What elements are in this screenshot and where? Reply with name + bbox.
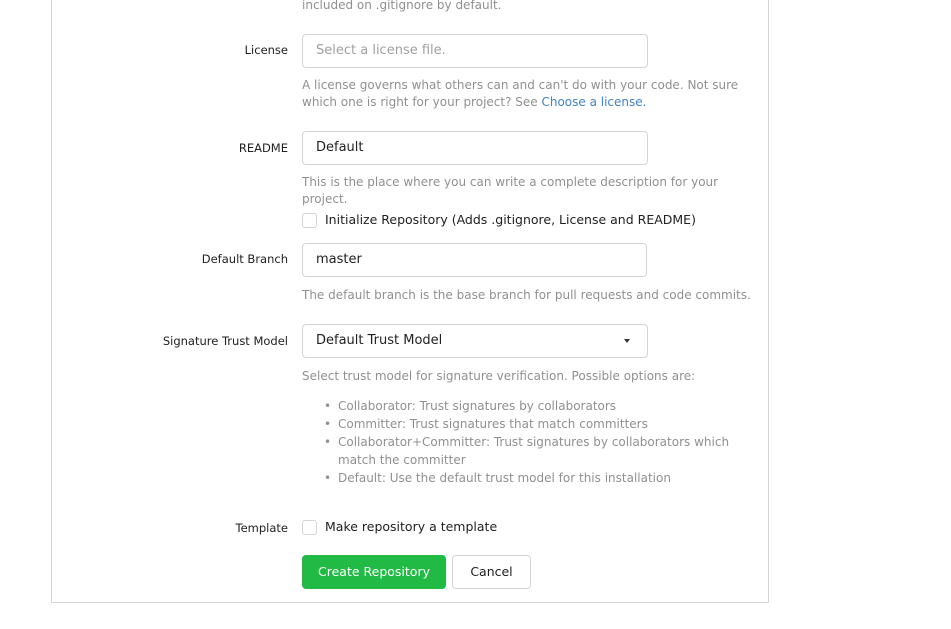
list-item: Collaborator: Trust signatures by collab… [302,397,742,415]
trust-model-label: Signature Trust Model [162,334,288,348]
template-label: Template [235,521,288,535]
license-label: License [244,43,288,57]
default-branch-help: The default branch is the base branch fo… [302,288,751,302]
choose-license-link[interactable]: Choose a license. [541,95,646,109]
license-help-text: A license governs what others can and ca… [302,78,739,109]
trust-model-options: Collaborator: Trust signatures by collab… [302,397,742,487]
template-checkbox[interactable] [302,520,317,535]
list-item: Collaborator+Committer: Trust signatures… [302,433,742,469]
create-repository-button[interactable]: Create Repository [302,555,446,589]
trust-model-value: Default Trust Model [316,333,443,348]
default-branch-input[interactable]: master [302,243,647,277]
license-help: A license governs what others can and ca… [302,77,762,111]
default-branch-label: Default Branch [201,252,288,266]
readme-help: This is the place where you can write a … [302,175,719,206]
gitignore-help: included on .gitignore by default. [302,0,502,12]
init-repo-checkbox[interactable] [302,213,317,228]
list-item: Default: Use the default trust model for… [302,469,742,487]
trust-model-help: Select trust model for signature verific… [302,369,696,383]
template-checkbox-label[interactable]: Make repository a template [325,519,497,534]
dropdown-caret-icon [624,339,630,343]
init-repo-label[interactable]: Initialize Repository (Adds .gitignore, … [325,212,696,227]
list-item: Committer: Trust signatures that match c… [302,415,742,433]
license-select[interactable]: Select a license file. [302,34,648,68]
readme-select[interactable]: Default [302,131,648,165]
trust-model-select[interactable]: Default Trust Model [302,324,648,358]
readme-label: README [238,141,288,155]
cancel-button[interactable]: Cancel [452,555,531,589]
